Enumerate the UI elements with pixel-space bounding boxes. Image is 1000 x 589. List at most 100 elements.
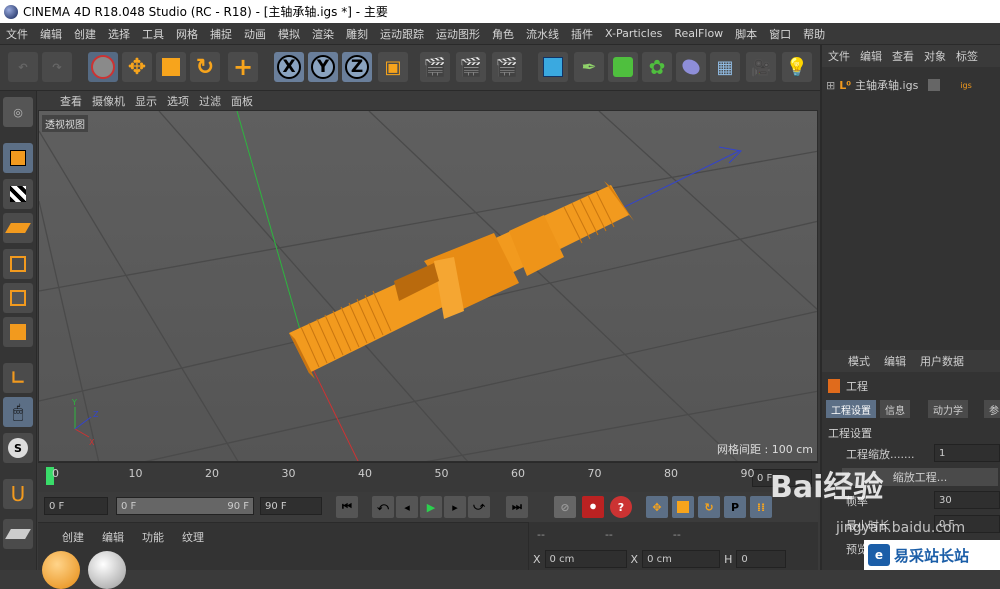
edges-mode-button[interactable]: [3, 283, 33, 313]
attribute-menu-item-2[interactable]: 用户数据: [920, 353, 964, 369]
viewport-menu-item-4[interactable]: 过滤: [199, 93, 221, 109]
menu-item-6[interactable]: 捕捉: [204, 26, 238, 42]
tab-dynamics[interactable]: 动力学: [928, 400, 968, 418]
workplane-mode-button[interactable]: [3, 213, 33, 243]
fps-field[interactable]: 30: [934, 491, 1000, 509]
menu-item-2[interactable]: 创建: [68, 26, 102, 42]
start-frame-field[interactable]: 0 F: [44, 497, 108, 515]
floor-button[interactable]: ▦: [710, 52, 740, 82]
model-mode-button[interactable]: [3, 143, 33, 173]
nurbs-button[interactable]: [608, 52, 638, 82]
menu-item-1[interactable]: 编辑: [34, 26, 68, 42]
h-rotation-field[interactable]: 0: [736, 550, 787, 568]
autokey-button[interactable]: ?: [610, 496, 632, 518]
render-picture-viewer-button[interactable]: 🎬: [456, 52, 486, 82]
x-size-field[interactable]: 0 cm: [642, 550, 721, 568]
redo-button[interactable]: ↷: [42, 52, 72, 82]
menu-item-8[interactable]: 模拟: [272, 26, 306, 42]
key-pla-button[interactable]: ⁞⁞: [750, 496, 772, 518]
points-mode-button[interactable]: [3, 249, 33, 279]
spline-pen-button[interactable]: ✒: [574, 52, 604, 82]
object-menu-item-4[interactable]: 标签: [956, 48, 978, 64]
menu-item-5[interactable]: 网格: [170, 26, 204, 42]
key-param-button[interactable]: P: [724, 496, 746, 518]
menu-item-9[interactable]: 渲染: [306, 26, 340, 42]
viewport-menu-item-3[interactable]: 选项: [167, 93, 189, 109]
menu-item-17[interactable]: RealFlow: [668, 27, 729, 40]
timeline[interactable]: 0 F 0 10 20 30 40 50 60 70 80 90: [38, 462, 818, 492]
snap-button[interactable]: S: [3, 433, 33, 463]
goto-start-button[interactable]: ⏮: [336, 496, 358, 518]
preview-range-slider[interactable]: 0 F 90 F: [116, 497, 254, 515]
array-button[interactable]: ✿: [642, 52, 672, 82]
deformer-button[interactable]: [676, 52, 706, 82]
menu-item-14[interactable]: 流水线: [520, 26, 565, 42]
object-menu-item-3[interactable]: 对象: [924, 48, 946, 64]
material-ball-orange[interactable]: [42, 551, 80, 589]
menu-item-16[interactable]: X-Particles: [599, 27, 668, 40]
viewport-menu-item-1[interactable]: 摄像机: [92, 93, 125, 109]
move-tool-button[interactable]: ✥: [122, 52, 152, 82]
igs-tag-icon[interactable]: igs: [960, 81, 971, 90]
viewport-menu-item-2[interactable]: 显示: [135, 93, 157, 109]
coordinate-system-button[interactable]: ▣: [378, 52, 408, 82]
rotate-tool-button[interactable]: ↻: [190, 52, 220, 82]
make-editable-button[interactable]: ◎: [3, 97, 33, 127]
visibility-toggle-icon[interactable]: [928, 79, 941, 91]
magnet-button[interactable]: U: [3, 479, 33, 509]
object-row[interactable]: ⊞ L⁰ 主轴承轴.igs igs: [826, 77, 972, 93]
transform-tool-button[interactable]: +: [228, 52, 258, 82]
prev-frame-button[interactable]: ◂: [396, 496, 418, 518]
key-position-button[interactable]: ✥: [646, 496, 668, 518]
menu-item-7[interactable]: 动画: [238, 26, 272, 42]
material-menu-item-1[interactable]: 编辑: [102, 529, 124, 545]
viewport-menu-item-0[interactable]: 查看: [60, 93, 82, 109]
project-scale-field[interactable]: 1: [934, 444, 1000, 462]
menu-item-4[interactable]: 工具: [136, 26, 170, 42]
key-rotation-button[interactable]: ↻: [698, 496, 720, 518]
render-view-button[interactable]: 🎬: [420, 52, 450, 82]
object-menu-item-1[interactable]: 编辑: [860, 48, 882, 64]
menu-item-3[interactable]: 选择: [102, 26, 136, 42]
object-menu-item-0[interactable]: 文件: [828, 48, 850, 64]
menu-item-12[interactable]: 运动图形: [430, 26, 486, 42]
goto-end-button[interactable]: ⏭: [506, 496, 528, 518]
next-frame-button[interactable]: ▸: [444, 496, 466, 518]
menu-item-15[interactable]: 插件: [565, 26, 599, 42]
prev-key-button[interactable]: ⤺: [372, 496, 394, 518]
motion-record-button[interactable]: ⊘: [554, 496, 576, 518]
material-menu-item-3[interactable]: 纹理: [182, 529, 204, 545]
menu-item-20[interactable]: 帮助: [797, 26, 831, 42]
material-menu-item-0[interactable]: 创建: [62, 529, 84, 545]
z-axis-lock-button[interactable]: Z: [342, 52, 372, 82]
viewport-menu-item-5[interactable]: 面板: [231, 93, 253, 109]
tab-project-settings[interactable]: 工程设置: [826, 400, 876, 418]
end-frame-field[interactable]: 90 F: [260, 497, 322, 515]
undo-button[interactable]: ↶: [8, 52, 38, 82]
light-button[interactable]: 💡: [782, 52, 812, 82]
menu-item-0[interactable]: 文件: [0, 26, 34, 42]
object-menu-item-2[interactable]: 查看: [892, 48, 914, 64]
menu-item-10[interactable]: 雕刻: [340, 26, 374, 42]
texture-mode-button[interactable]: [3, 179, 33, 209]
live-selection-button[interactable]: [88, 52, 118, 82]
attribute-menu-item-0[interactable]: 模式: [848, 353, 870, 369]
cube-object-button[interactable]: [538, 52, 568, 82]
y-axis-lock-button[interactable]: Y: [308, 52, 338, 82]
tab-more[interactable]: 参: [984, 400, 1000, 418]
menu-item-13[interactable]: 角色: [486, 26, 520, 42]
render-settings-button[interactable]: 🎬: [492, 52, 522, 82]
record-key-button[interactable]: ⏺: [582, 496, 604, 518]
menu-item-19[interactable]: 窗口: [763, 26, 797, 42]
attribute-menu-item-1[interactable]: 编辑: [884, 353, 906, 369]
axis-mode-button[interactable]: ∟: [3, 363, 33, 393]
polygons-mode-button[interactable]: [3, 317, 33, 347]
x-position-field[interactable]: 0 cm: [544, 550, 627, 568]
material-ball-white[interactable]: [88, 551, 126, 589]
lock-workplane-button[interactable]: [3, 519, 33, 549]
menu-item-18[interactable]: 脚本: [729, 26, 763, 42]
next-key-button[interactable]: ⤻: [468, 496, 490, 518]
menu-item-11[interactable]: 运动跟踪: [374, 26, 430, 42]
play-button[interactable]: ▶: [420, 496, 442, 518]
x-axis-lock-button[interactable]: X: [274, 52, 304, 82]
